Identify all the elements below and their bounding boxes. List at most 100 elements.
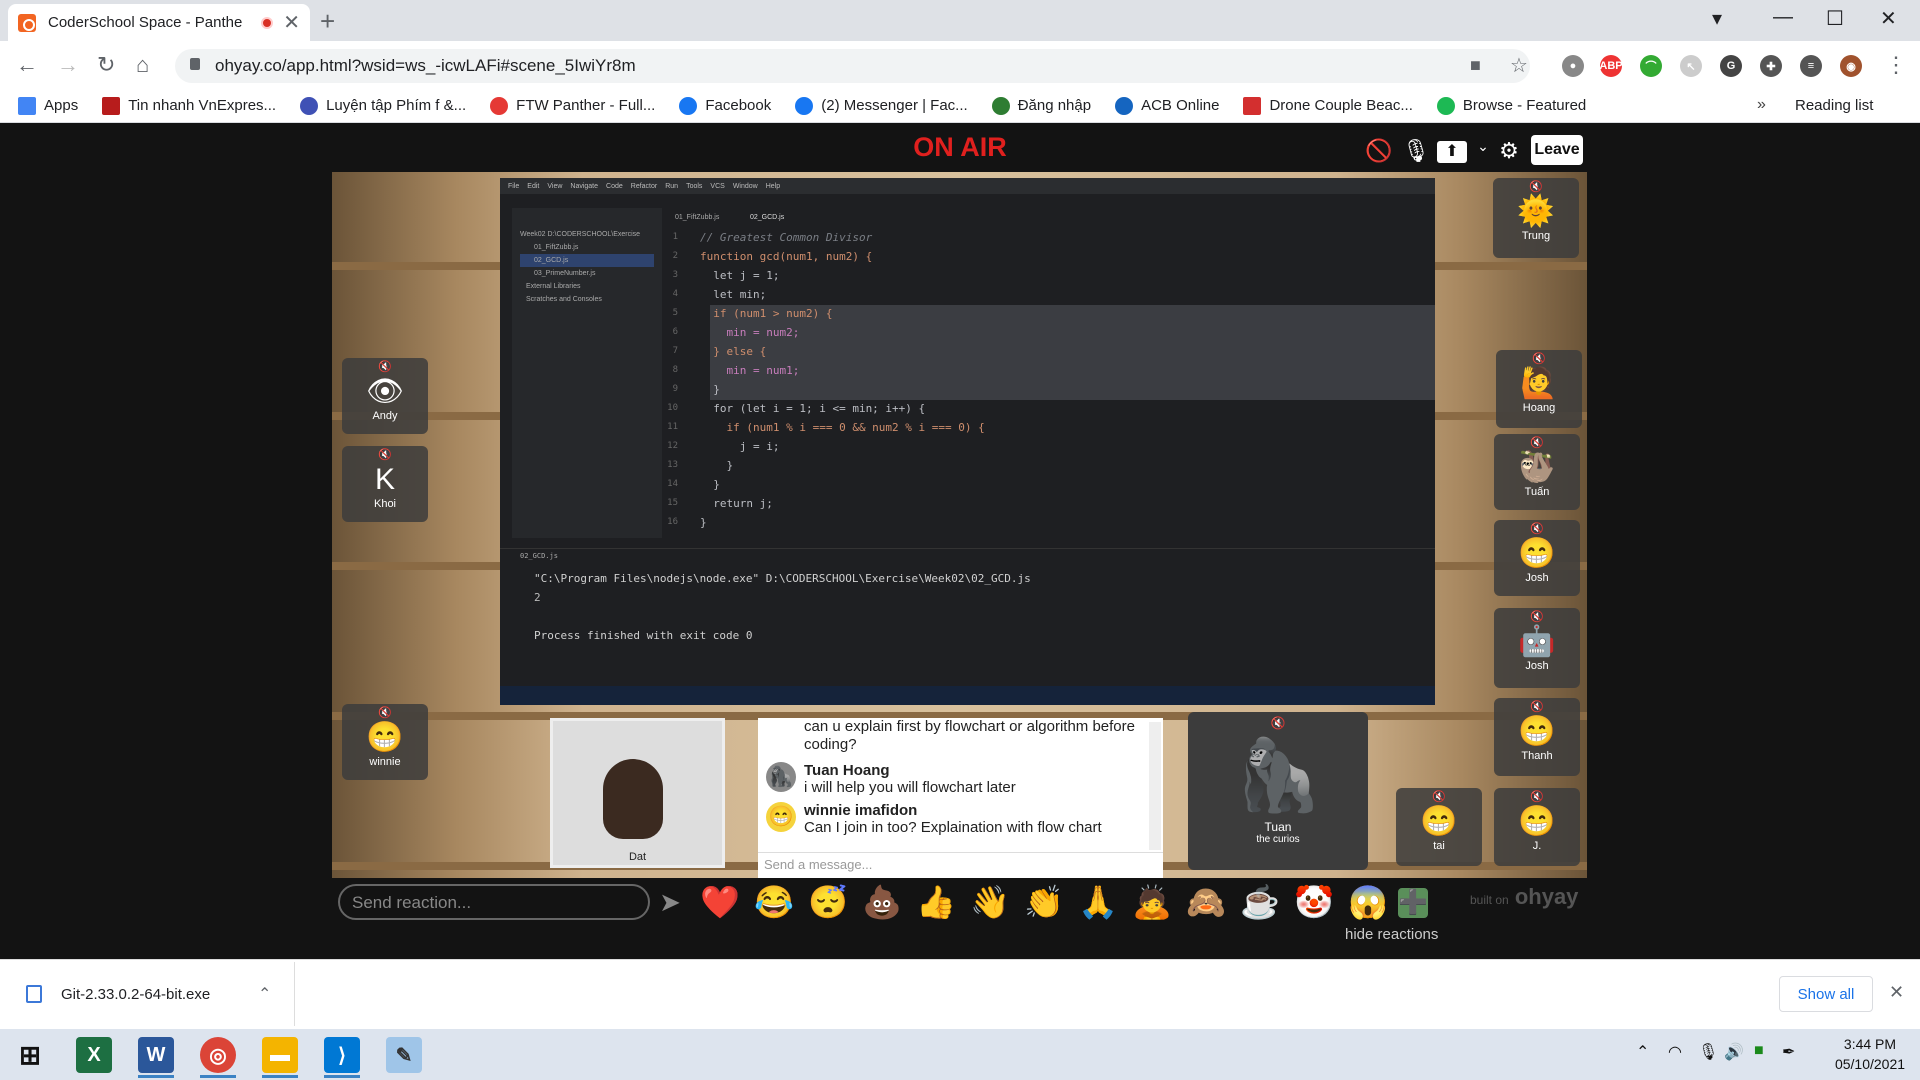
hide-reactions-button[interactable]: hide reactions bbox=[1345, 926, 1438, 943]
media-control-icon[interactable]: ≡ bbox=[1800, 55, 1822, 77]
chevron-up-icon[interactable]: ⌃ bbox=[258, 984, 271, 1004]
microphone-icon[interactable]: 🎙 bbox=[1698, 1042, 1718, 1062]
camera-off-icon[interactable]: 🚫 bbox=[1364, 138, 1394, 166]
shared-screen-taskbar bbox=[500, 686, 1435, 705]
volume-icon[interactable]: 🔊 bbox=[1724, 1042, 1744, 1062]
participant-tile[interactable]: 🔇 🙋 Hoang bbox=[1496, 350, 1582, 428]
camera-name: Dat bbox=[628, 851, 647, 863]
home-icon[interactable]: ⌂ bbox=[136, 52, 149, 78]
adblock-icon[interactable]: ABP bbox=[1599, 55, 1623, 77]
download-filename[interactable]: Git-2.33.0.2-64-bit.exe bbox=[61, 986, 210, 1003]
bookmark-spotify[interactable]: Browse - Featured bbox=[1436, 96, 1586, 115]
participant-name: Khoi bbox=[373, 498, 397, 510]
browser-tab[interactable]: CoderSchool Space - Panthe ✕ bbox=[8, 4, 310, 41]
mic-off-icon[interactable]: 🎙 bbox=[1401, 138, 1431, 166]
paint-icon[interactable]: ✎ bbox=[386, 1037, 422, 1073]
bookmark-star-icon[interactable]: ☆ bbox=[1510, 53, 1528, 78]
extension-icon[interactable]: ● bbox=[1562, 55, 1584, 77]
chat-message: 😁 winnie imafidon Can I join in too? Expl… bbox=[758, 800, 1163, 838]
reaction-laugh[interactable]: 😂 bbox=[752, 884, 796, 920]
clock[interactable]: 3:44 PM 05/10/2021 bbox=[1830, 1034, 1910, 1074]
add-reaction-button[interactable]: ➕ bbox=[1398, 888, 1428, 918]
reaction-wave[interactable]: 👋 bbox=[968, 884, 1012, 920]
file-explorer-icon[interactable]: ▬ bbox=[262, 1037, 298, 1073]
close-window-button[interactable]: ✕ bbox=[1880, 6, 1897, 31]
participant-tile[interactable]: 🔇 🦥 Tuấn bbox=[1494, 434, 1580, 510]
grammarly-icon[interactable]: G bbox=[1720, 55, 1742, 77]
reaction-input[interactable]: Send reaction... bbox=[338, 884, 650, 920]
nvidia-icon[interactable]: ■ bbox=[1754, 1042, 1764, 1060]
tab-search-icon[interactable]: ▾ bbox=[1712, 6, 1722, 31]
participant-tile[interactable]: 🔇 😁 Josh bbox=[1494, 520, 1580, 596]
participant-tile[interactable]: 🔇 😁 J. bbox=[1494, 788, 1580, 866]
reload-icon[interactable]: ↻ bbox=[97, 52, 115, 78]
reaction-poop[interactable]: 💩 bbox=[860, 884, 904, 920]
extension-cursor-icon[interactable]: ↖ bbox=[1680, 55, 1702, 77]
participant-tile[interactable]: 🔇 🤖 Josh bbox=[1494, 608, 1580, 688]
participant-tile[interactable]: 🔇 🌞 Trung bbox=[1493, 178, 1579, 258]
participant-tile[interactable]: 🔇 K Khoi bbox=[342, 446, 428, 522]
chat-scrollbar[interactable] bbox=[1149, 722, 1161, 850]
reaction-coffee[interactable]: ☕ bbox=[1238, 884, 1282, 920]
bookmark-facebook[interactable]: Facebook bbox=[679, 96, 771, 115]
camera-blocked-icon[interactable]: ■ bbox=[1470, 55, 1481, 76]
send-icon[interactable]: ➤ bbox=[648, 884, 692, 920]
reaction-monkey[interactable]: 🙈 bbox=[1184, 884, 1228, 920]
forward-icon[interactable]: → bbox=[57, 52, 79, 78]
lock-icon[interactable] bbox=[190, 58, 200, 70]
bookmark-ftw-panther[interactable]: FTW Panther - Full... bbox=[490, 96, 655, 115]
reaction-sleepy[interactable]: 😴 bbox=[806, 884, 850, 920]
close-download-bar-icon[interactable]: ✕ bbox=[1889, 982, 1904, 1003]
windows-start-icon[interactable]: ⊞ bbox=[12, 1037, 48, 1073]
show-all-button[interactable]: Show all bbox=[1779, 976, 1873, 1012]
bookmark-vnexpress[interactable]: Tin nhanh VnExpres... bbox=[102, 96, 276, 115]
reaction-thumbs-up[interactable]: 👍 bbox=[914, 884, 958, 920]
bookmark-apps[interactable]: Apps bbox=[18, 96, 78, 115]
bookmark-drone[interactable]: Drone Couple Beac... bbox=[1243, 96, 1413, 115]
vscode-icon[interactable]: ⟩ bbox=[324, 1037, 360, 1073]
profile-avatar[interactable]: ◉ bbox=[1840, 55, 1862, 77]
bookmark-messenger[interactable]: (2) Messenger | Fac... bbox=[795, 96, 968, 115]
bookmark-dang-nhap[interactable]: Đăng nhập bbox=[991, 96, 1091, 115]
reaction-clown[interactable]: 🤡 bbox=[1292, 884, 1336, 920]
camera-video[interactable]: Dat bbox=[550, 718, 725, 868]
participant-tile[interactable]: 🔇 😁 tai bbox=[1396, 788, 1482, 866]
wifi-icon[interactable]: ◠ bbox=[1668, 1042, 1682, 1062]
participant-tile[interactable]: 🔇 😁 Thanh bbox=[1494, 698, 1580, 776]
tuan-tile[interactable]: 🔇 🦍 Tuan the curios bbox=[1188, 712, 1368, 870]
chat-input[interactable]: Send a message... bbox=[758, 852, 1163, 876]
word-icon[interactable]: W bbox=[138, 1037, 174, 1073]
reaction-scream[interactable]: 😱 bbox=[1346, 884, 1390, 920]
share-screen-button[interactable]: ⬆ bbox=[1437, 141, 1467, 163]
address-bar[interactable]: ohyay.co/app.html?wsid=ws_-icwLAFi#scene… bbox=[175, 49, 1530, 83]
close-tab-icon[interactable]: ✕ bbox=[283, 10, 300, 35]
maximize-button[interactable]: ☐ bbox=[1826, 6, 1844, 31]
participant-tile[interactable]: 🔇 👁 Andy bbox=[342, 358, 428, 434]
extensions-puzzle-icon[interactable]: ✚ bbox=[1760, 55, 1782, 77]
more-bookmarks-button[interactable]: » bbox=[1757, 96, 1766, 114]
chat-message: 🦍 Tuan Hoang i will help you will flowcha… bbox=[758, 760, 1163, 798]
muted-icon: 🔇 bbox=[1530, 791, 1544, 803]
leave-button[interactable]: Leave bbox=[1531, 135, 1583, 165]
bookmark-typing[interactable]: Luyện tập Phím f &... bbox=[300, 96, 466, 115]
menu-icon[interactable]: ⋮ bbox=[1885, 52, 1907, 78]
tray-chevron-icon[interactable]: ⌃ bbox=[1636, 1042, 1649, 1062]
back-icon[interactable]: ← bbox=[16, 52, 38, 78]
chrome-icon[interactable]: ◎ bbox=[200, 1037, 236, 1073]
excel-icon[interactable]: X bbox=[76, 1037, 112, 1073]
extension-rainbow-icon[interactable]: ⌒ bbox=[1640, 55, 1662, 77]
reaction-clap[interactable]: 👏 bbox=[1022, 884, 1066, 920]
reaction-bow[interactable]: 🙇 bbox=[1130, 884, 1174, 920]
reaction-heart[interactable]: ❤️ bbox=[698, 884, 742, 920]
pen-icon[interactable]: ✒ bbox=[1782, 1042, 1795, 1062]
reading-list-button[interactable]: Reading list bbox=[1795, 97, 1873, 114]
coderschool-favicon-icon bbox=[18, 13, 36, 32]
new-tab-button[interactable]: + bbox=[320, 6, 335, 37]
ide-menu-bar: File Edit View Navigate Code Refactor Run Tools… bbox=[500, 178, 1435, 194]
bookmark-acb[interactable]: ACB Online bbox=[1115, 96, 1219, 115]
settings-gear-icon[interactable]: ⚙ bbox=[1494, 138, 1524, 166]
gorilla-avatar: 🦍 bbox=[766, 762, 796, 792]
reaction-pray[interactable]: 🙏 bbox=[1076, 884, 1120, 920]
minimize-button[interactable]: — bbox=[1773, 6, 1793, 29]
participant-tile[interactable]: 🔇 😁 winnie bbox=[342, 704, 428, 780]
